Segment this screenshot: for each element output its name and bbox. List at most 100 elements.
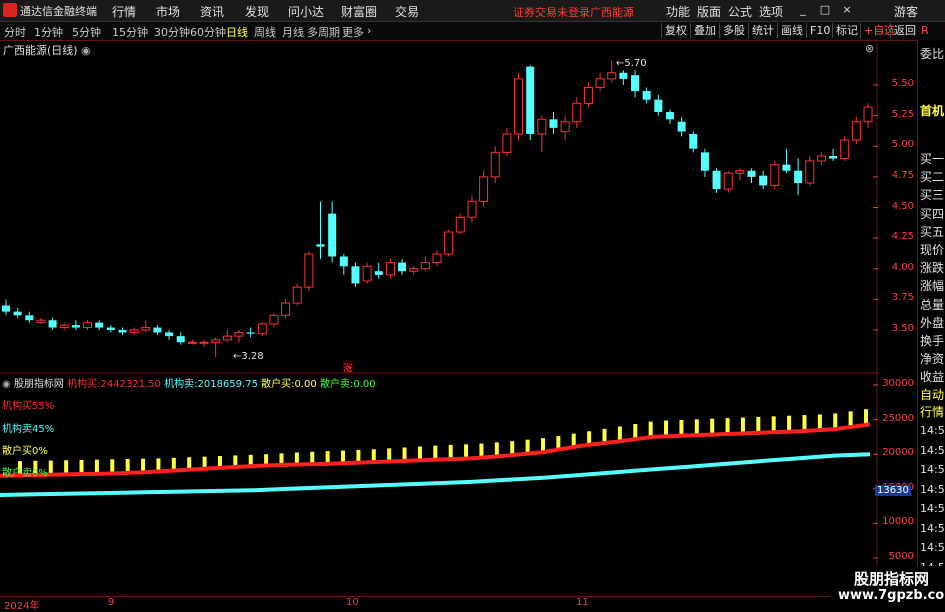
menu-ask[interactable]: 问小达 [288,3,324,20]
candle-body-down [374,271,383,275]
guest-label[interactable]: 游客 [894,3,918,20]
quote-panel-item: 14:56 [920,482,945,496]
sub-tick: 5000 [888,551,914,562]
menu-discover[interactable]: 发现 [245,3,269,20]
low-annotation: ←3.28 [233,351,264,362]
menu-market[interactable]: 市场 [156,3,180,20]
candle-body-down [106,327,115,330]
chevron-right-icon[interactable]: › [367,24,371,37]
candle-body-down [95,322,104,328]
candle-body-down [829,156,838,159]
quote-panel-item: 买三 [920,188,945,203]
tab-15min[interactable]: 15分钟 [112,24,148,40]
candle-body-down [759,175,768,186]
tab-5min[interactable]: 5分钟 [72,24,101,40]
candle-body-up [840,139,850,159]
title-bar: 通达信金融终端 行情 市场 资讯 发现 问小达 财富圈 交易 证券交易未登录 广… [0,0,945,22]
tab-1min[interactable]: 1分钟 [34,24,63,40]
price-tick: 5.00 [891,139,914,151]
candle-body-down [654,99,663,112]
price-tick: 3.50 [891,323,914,334]
candle-body-up [420,262,430,270]
tab-monthly[interactable]: 月线 [282,24,304,40]
quote-panel-item: 换手 [920,334,945,348]
candle-body-up [816,155,826,162]
draw-button[interactable]: 画线 [777,23,806,38]
candle-body-up [607,72,617,80]
candle-body-up [467,200,477,218]
f10-button[interactable]: F10 [806,23,833,38]
tab-intraday[interactable]: 分时 [4,24,26,40]
candle-body-up [583,86,593,104]
menu-wealth-circle[interactable]: 财富圈 [341,3,377,20]
candle-body-up [187,341,197,344]
chart-canvas[interactable] [0,40,878,596]
quote-panel-item: 首机 [920,104,945,118]
candle-body-up [304,253,314,288]
stats-button[interactable]: 统计 [748,23,777,38]
tab-30min[interactable]: 30分钟 [154,24,190,40]
candle-body-down [351,266,360,284]
high-price: 5.70 [624,58,647,69]
retail-buy-bar [848,411,853,427]
candle-body-down [246,332,255,334]
indicator-settings-icon[interactable]: ◉ [2,379,11,390]
candle-body-up [455,216,465,233]
menu-quotes[interactable]: 行情 [112,3,136,20]
candle-body-up [141,327,151,331]
candle-body-down [13,311,22,316]
r-badge[interactable]: R [921,24,929,37]
quote-panel-item: 14:56 [920,424,945,437]
mark-button[interactable]: 标记 [832,23,861,38]
menu-function[interactable]: 功能 [666,3,690,20]
menu-layout[interactable]: 版面 [697,3,721,20]
candle-body-up [595,78,605,88]
date-axis: 2024年 9 10 11 [0,596,878,612]
retail-buy-bar [679,419,684,436]
watermark-line1: 股朋指标网 [854,570,930,588]
back-button[interactable]: 返回 [890,23,919,38]
candle-body-down [631,75,640,92]
limit-up-mark: 涨 [343,360,353,375]
quote-panel-item: 收益 [920,370,945,385]
candle-body-up [502,133,512,153]
tab-more[interactable]: 更多 [342,24,364,40]
quote-panel-item: 买二 [920,170,945,185]
candle-body-down [316,244,325,247]
date-label-year: 2024年 [4,601,40,612]
low-price: 3.28 [241,351,264,362]
multi-stock-button[interactable]: 多股 [719,23,748,38]
overlay-button[interactable]: 叠加 [690,23,719,38]
menu-formula[interactable]: 公式 [728,3,752,20]
tab-daily[interactable]: 日线 [226,24,248,40]
retail-buy-bar [725,418,730,435]
tab-60min[interactable]: 60分钟 [190,24,226,40]
adjust-button[interactable]: 复权 [661,23,690,38]
candle-body-up [572,102,582,123]
candle-body-up [281,302,291,316]
menu-news[interactable]: 资讯 [200,3,224,20]
tab-multi-period[interactable]: 多周期 [307,24,340,40]
candle-body-up [805,160,815,184]
menu-options[interactable]: 选项 [759,3,783,20]
candle-body-up [234,331,244,337]
candle-body-up [735,170,745,174]
candle-body-up [83,322,93,329]
pct-inst-buy: 机构买55% [2,401,55,412]
app-logo [3,3,17,17]
candle-body-up [444,231,454,255]
candle-body-up [770,164,780,186]
candle-body-up [362,265,372,282]
minimize-button[interactable]: _ [796,3,810,17]
indicator-name[interactable]: 股朋指标网 [14,379,64,390]
candle-body-down [165,332,174,337]
candle-body-up [851,121,861,141]
candle-body-down [619,72,628,79]
maximize-button[interactable]: □ [818,3,832,17]
high-annotation: ←5.70 [616,58,647,69]
close-button[interactable]: × [840,3,854,17]
date-label-10: 10 [346,597,359,608]
menu-trade[interactable]: 交易 [395,3,419,20]
login-notice[interactable]: 证券交易未登录 [513,4,590,20]
tab-weekly[interactable]: 周线 [254,24,276,40]
